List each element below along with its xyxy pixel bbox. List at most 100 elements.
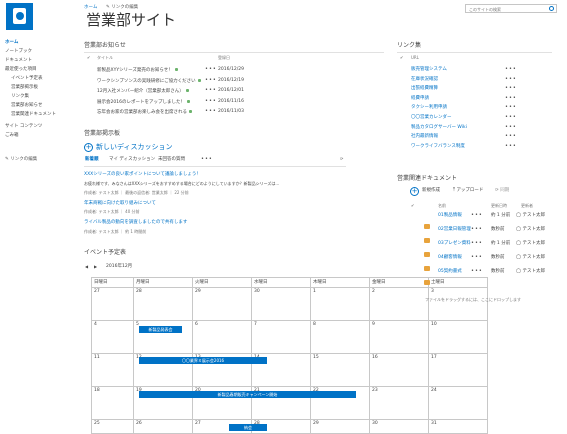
news-row-title[interactable]: 12月入社メンバー紹介（営業部太郎さん） [97,89,189,95]
nav-item[interactable]: ごみ箱 [5,133,19,139]
row-menu-icon[interactable]: ••• [505,67,517,72]
news-row-title[interactable]: 展示会2016のレポートをアップしました！ [97,99,190,106]
event-expo[interactable]: 〇〇業界Ｘ展示会2016 [139,357,267,364]
event-product-launch[interactable]: 新製品発表会 [139,326,182,333]
calendar-day[interactable]: 4 [91,320,134,354]
calendar-day[interactable]: 24 [428,386,488,420]
row-menu-icon[interactable]: ••• [205,67,217,72]
doc-name[interactable]: 02営業日報管理 [438,227,471,233]
next-month-icon[interactable]: ▶ [94,265,97,269]
doc-name[interactable]: 04顧客情報 [438,255,462,261]
tab-newest[interactable]: 新着順 [85,157,99,163]
row-menu-icon[interactable]: ••• [471,227,483,232]
sharepoint-logo[interactable] [6,3,33,30]
calendar-day[interactable]: 17 [428,353,488,387]
refresh-icon[interactable]: ⟳ [340,157,343,161]
event-campaign[interactable]: 新製品春期販売キャンペーン開始 [139,391,356,398]
news-row-title[interactable]: ワークシンプソンスの実践研修にご協力ください [97,78,201,85]
link-item[interactable]: 製品カタログサーバー Wiki [411,125,467,131]
nav-item[interactable]: 営業部掲示板 [11,85,38,91]
row-menu-icon[interactable]: ••• [471,269,483,274]
calendar-day[interactable]: 30 [369,419,429,434]
nav-item[interactable]: ホーム [5,40,18,46]
prev-month-icon[interactable]: ◀ [85,265,88,269]
calendar-day[interactable]: 28 [133,287,193,321]
doc-name[interactable]: 01製品情報 [438,213,462,219]
calendar-day[interactable]: 29 [310,419,370,434]
doc-name[interactable]: 05契約書式 [438,269,462,275]
doc-modifier[interactable]: ◯ テスト太郎 [516,269,545,275]
calendar-title[interactable]: イベント予定表 [84,250,126,256]
calendar-day[interactable]: 6 [192,320,252,354]
doc-modifier[interactable]: ◯ テスト太郎 [516,241,545,247]
nav-edit-links[interactable]: ✎ リンクの編集 [5,157,37,163]
calendar-day[interactable]: 29 [192,287,252,321]
post-title-3[interactable]: ライバル製品の動向を調査しましたので共有します [84,220,187,226]
row-menu-icon[interactable]: ••• [205,98,217,104]
calendar-day[interactable]: 30 [251,287,311,321]
link-item[interactable]: タクシー利用申請 [411,106,447,111]
row-menu-icon[interactable]: ••• [505,124,517,130]
nav-item[interactable]: リンク集 [11,94,29,100]
row-menu-icon[interactable]: ••• [471,241,483,246]
docs-col-modifier[interactable]: 更新者 [521,204,533,208]
doc-modifier[interactable]: ◯ テスト太郎 [516,213,545,219]
row-menu-icon[interactable]: ••• [505,115,517,120]
calendar-day[interactable]: 25 [91,419,134,434]
doc-name[interactable]: 03プレゼン資料 [438,241,471,247]
post-title-1[interactable]: XXXシリーズの良い家ポイントについて議論しましょう！ [84,172,201,178]
links-col-url[interactable]: URL [411,56,419,60]
row-menu-icon[interactable]: ••• [471,255,483,260]
nav-item[interactable]: イベント予定表 [11,76,43,82]
nav-item[interactable]: 営業関連ドキュメント [11,112,56,118]
calendar-day[interactable]: 23 [369,386,429,420]
post-title-2[interactable]: 年末商戦に向けた取り組みについて [84,201,156,207]
calendar-day[interactable]: 10 [428,320,488,354]
new-doc-button[interactable]: 新規作成 [422,188,440,194]
calendar-day[interactable]: 26 [133,419,193,434]
calendar-day[interactable]: 8 [310,320,370,354]
breadcrumb-home[interactable]: ホーム [84,5,97,11]
search-input[interactable]: このサイトの検索 [465,4,557,13]
docs-title[interactable]: 営業関連ドキュメント [397,176,457,182]
calendar-day[interactable]: 27 [91,287,134,321]
calendar-day[interactable]: 31 [428,419,488,434]
row-menu-icon[interactable]: ••• [205,88,217,93]
edit-links-header[interactable]: ✎ リンクの編集 [106,5,138,11]
row-menu-icon[interactable]: ••• [505,95,517,101]
news-row-title[interactable]: 忘年会お家の営業部お楽しみ会を出席される [97,110,192,116]
add-icon[interactable]: + [84,143,93,152]
docs-col-modified[interactable]: 更新日時 [491,204,507,208]
site-title[interactable]: 営業部サイト [86,13,176,28]
row-menu-icon[interactable]: ••• [205,77,217,83]
tab-unanswered[interactable]: 未回答の質問 [158,157,185,163]
more-icon[interactable]: ••• [201,157,213,162]
event-year-end-party[interactable]: 納会 [229,424,267,431]
calendar-day[interactable]: 18 [91,386,134,420]
calendar-day[interactable]: 9 [369,320,429,354]
doc-modifier[interactable]: ◯ テスト太郎 [516,255,545,261]
link-item[interactable]: 〇〇営業カレンダー [411,115,452,121]
nav-item[interactable]: ドキュメント [5,58,32,64]
link-item[interactable]: 在庫状況確認 [411,77,438,83]
tab-my-discussions[interactable]: マイ ディスカッション [109,157,155,163]
new-doc-icon[interactable]: + [410,187,419,196]
calendar-day[interactable]: 7 [251,320,311,354]
calendar-day[interactable]: 3 [428,287,488,321]
new-discussion-link[interactable]: 新しいディスカッション [96,144,173,151]
row-menu-icon[interactable]: ••• [505,76,517,82]
news-title[interactable]: 営業部お知らせ [84,43,126,49]
nav-item[interactable]: 営業部お知らせ [11,103,42,109]
calendar-day[interactable]: 2 [369,287,429,321]
calendar-day[interactable]: 11 [91,353,134,387]
upload-button[interactable]: ⤒ アップロード [453,188,483,194]
row-menu-icon[interactable]: ••• [505,105,517,110]
calendar-day[interactable]: 15 [310,353,370,387]
news-col-date[interactable]: 登録日 [218,56,230,60]
row-menu-icon[interactable]: ••• [505,143,517,149]
news-row-title[interactable]: 新製品XYYシリーズ発売のお知らせ！ [97,68,178,74]
search-icon[interactable] [549,6,554,11]
docs-col-name[interactable]: 名前 [438,204,446,208]
calendar-day[interactable]: 1 [310,287,370,321]
link-item[interactable]: 社内最新情報 [411,135,438,140]
